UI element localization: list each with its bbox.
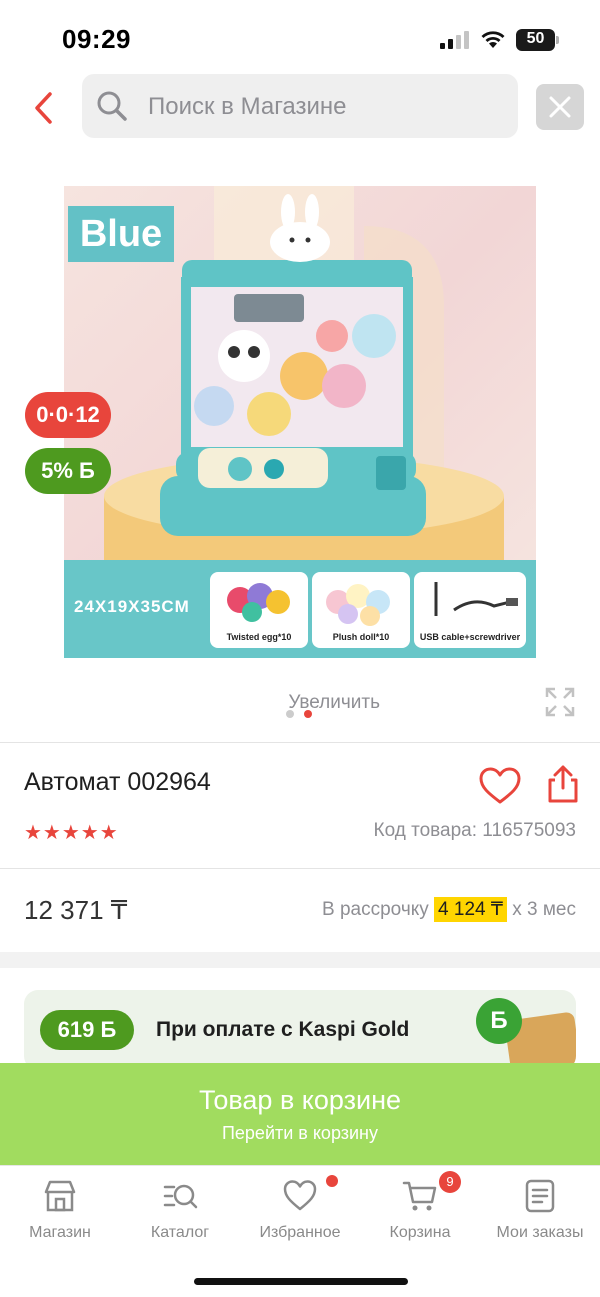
product-title: Автомат 002964 <box>24 768 211 796</box>
image-card-label: Plush doll*10 <box>332 632 390 642</box>
go-to-cart-button[interactable]: Товар в корзине Перейти в корзину <box>0 1063 600 1165</box>
product-price: 12 371 ₸ <box>24 895 128 925</box>
divider <box>0 868 600 869</box>
store-icon <box>44 1180 76 1212</box>
image-color-label: Blue <box>79 213 163 255</box>
battery-icon: 50 <box>516 29 560 51</box>
installment-amount: 4 124 ₸ <box>434 897 507 922</box>
cart-banner-subtitle: Перейти в корзину <box>221 1123 379 1143</box>
catalog-search-icon <box>163 1184 198 1209</box>
tab-orders[interactable]: Мои заказы <box>480 1178 600 1248</box>
product-image[interactable]: Blue 24X19X35CM Twisted egg*10 Plush dol… <box>64 186 536 658</box>
image-card-label: Twisted egg*10 <box>226 632 292 642</box>
image-card-label: USB cable+screwdriver <box>419 632 521 642</box>
home-indicator[interactable] <box>194 1278 408 1285</box>
signal-icon <box>440 31 469 49</box>
battery-level: 50 <box>526 30 545 47</box>
cart-count-badge: 9 <box>439 1171 461 1193</box>
tab-store[interactable]: Магазин <box>0 1178 120 1248</box>
status-bar: 09:29 50 <box>0 0 600 72</box>
image-card-dolls: Plush doll*10 <box>312 572 410 648</box>
image-card-cable: USB cable+screwdriver <box>414 572 526 648</box>
tab-label: Каталог <box>150 1224 210 1241</box>
favorite-heart-icon[interactable] <box>478 766 522 806</box>
bonus-coin-icon: Б <box>476 998 522 1044</box>
tab-label: Корзина <box>389 1224 451 1241</box>
image-card-eggs: Twisted egg*10 <box>210 572 308 648</box>
product-sku: Код товара: 116575093 <box>373 820 576 841</box>
tab-favorites[interactable]: Избранное <box>240 1178 360 1248</box>
tab-label: Мои заказы <box>496 1224 584 1241</box>
installment-info[interactable]: В рассрочку 4 124 ₸ х 3 мес <box>322 897 576 922</box>
search-input[interactable]: Поиск в Магазине <box>82 74 518 138</box>
kaspi-bonus-badge: 619 Б <box>40 1010 134 1050</box>
cart-banner-title: Товар в корзине <box>198 1085 402 1115</box>
favorites-notification-dot <box>326 1175 338 1187</box>
bonus-badge: 5% Б <box>25 448 111 494</box>
heart-icon <box>283 1180 317 1211</box>
tab-label: Магазин <box>29 1224 91 1241</box>
search-icon <box>97 91 127 121</box>
rating-stars: ★★★★★ <box>24 822 119 844</box>
section-gap <box>0 952 600 968</box>
installment-prefix: В рассрочку <box>322 899 429 920</box>
close-icon <box>549 96 571 118</box>
share-icon[interactable] <box>546 764 580 804</box>
divider <box>0 742 600 743</box>
expand-icon <box>545 687 575 717</box>
tab-label: Избранное <box>259 1224 341 1241</box>
tab-cart[interactable]: Корзина <box>360 1178 480 1248</box>
image-size-label: 24X19X35CM <box>74 597 190 616</box>
search-placeholder: Поиск в Магазине <box>148 93 347 120</box>
close-button[interactable] <box>536 84 584 130</box>
back-button[interactable] <box>24 88 64 128</box>
installment-suffix: х 3 мес <box>512 899 576 920</box>
zoom-label: Увеличить <box>288 692 380 713</box>
status-time: 09:29 <box>62 24 131 54</box>
search-row: Поиск в Магазине <box>0 74 600 140</box>
tab-catalog[interactable]: Каталог <box>120 1178 240 1248</box>
orders-icon <box>525 1179 555 1213</box>
cart-icon <box>402 1181 437 1211</box>
installment-badge: 0·0·12 <box>25 392 111 438</box>
kaspi-gold-promo[interactable]: 619 Б При оплате с Kaspi Gold Б <box>24 990 576 1070</box>
wifi-icon <box>481 31 505 48</box>
kaspi-promo-text: При оплате с Kaspi Gold <box>156 1018 410 1041</box>
